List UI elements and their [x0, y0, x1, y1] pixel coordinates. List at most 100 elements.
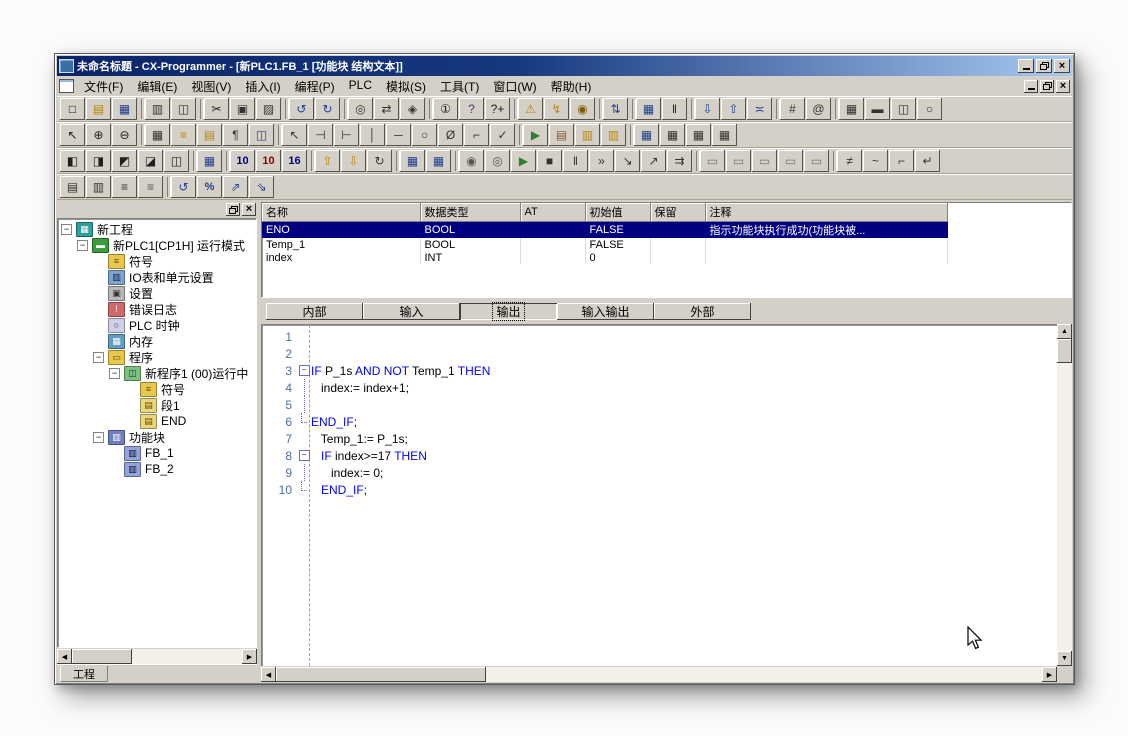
variable-cell[interactable] — [705, 251, 947, 264]
zoom-out-button[interactable]: ⊖ — [112, 124, 137, 146]
variable-cell[interactable] — [947, 238, 1071, 251]
undo-button[interactable]: ↺ — [289, 98, 314, 120]
variable-cell[interactable]: Temp_1 — [262, 238, 420, 251]
menu-item-9[interactable]: 帮助(H) — [544, 76, 599, 97]
workspace-horizontal-scrollbar[interactable]: ◀ ▶ — [57, 649, 257, 664]
close-button[interactable]: × — [1054, 59, 1070, 73]
find-next-button[interactable]: ◈ — [400, 98, 425, 120]
variable-cell[interactable]: 指示功能块执行成功(功能块被... — [705, 222, 947, 239]
block-program-4-button[interactable]: ▦ — [712, 124, 737, 146]
expander-icon[interactable]: − — [93, 432, 104, 443]
menu-item-3[interactable]: 插入(I) — [238, 76, 287, 97]
child-window-icon[interactable] — [59, 79, 74, 93]
scroll-left-button[interactable]: ◀ — [261, 667, 276, 682]
scrollbar-thumb[interactable] — [276, 667, 486, 682]
instruction-check-button[interactable]: ✓ — [490, 124, 515, 146]
code-line-9[interactable]: 9 index:= 0; — [262, 464, 1057, 481]
window-view-4-button[interactable]: ◪ — [138, 150, 163, 172]
scale-tool-button[interactable]: % — [197, 176, 222, 198]
tree-item-symbols[interactable]: ≡符号 — [58, 253, 256, 269]
zoom-in-button[interactable]: ⊕ — [86, 124, 111, 146]
pause-monitoring-button[interactable]: ‖ — [662, 98, 687, 120]
io-break-2-button[interactable]: ▭ — [726, 150, 751, 172]
pane-split-2-button[interactable]: ▥ — [86, 176, 111, 198]
print-button[interactable]: ▥ — [145, 98, 170, 120]
list-view-button[interactable]: ≡ — [112, 176, 137, 198]
menu-item-2[interactable]: 视图(V) — [184, 76, 238, 97]
replace-button[interactable]: ⇄ — [374, 98, 399, 120]
return-to-caller-button[interactable]: ↵ — [915, 150, 940, 172]
variable-cell[interactable]: INT — [420, 251, 520, 264]
variable-cell[interactable] — [947, 222, 1071, 239]
tree-item-error-log[interactable]: !错误日志 — [58, 301, 256, 317]
help-button[interactable]: ? — [459, 98, 484, 120]
memory-view-button[interactable]: ▥ — [601, 124, 626, 146]
scroll-down-button[interactable]: ▼ — [1057, 651, 1072, 666]
tree-item-program-symbols[interactable]: ≡符号 — [58, 381, 256, 397]
variable-cell[interactable] — [947, 251, 1071, 264]
differential-monitor-button[interactable]: ≠ — [837, 150, 862, 172]
edit-mode-button[interactable]: ▶ — [523, 124, 548, 146]
column-header-6[interactable] — [947, 203, 1071, 222]
code-line-4[interactable]: 4 index:= index+1; — [262, 379, 1057, 396]
variable-cell[interactable]: FALSE — [585, 222, 650, 239]
io-break-1-button[interactable]: ▭ — [700, 150, 725, 172]
menu-item-6[interactable]: 模拟(S) — [379, 76, 433, 97]
selection-pointer-button[interactable]: ↖ — [60, 124, 85, 146]
print-preview-button[interactable]: ◫ — [171, 98, 196, 120]
menu-item-5[interactable]: PLC — [342, 76, 379, 97]
variable-row-2[interactable]: indexINT0 — [262, 251, 1071, 264]
context-help-button[interactable]: ?+ — [485, 98, 510, 120]
upload-from-plc-button[interactable]: ⇧ — [721, 98, 746, 120]
skew-down-tool-button[interactable]: ⇘ — [249, 176, 274, 198]
upload-fb-button[interactable]: ⇧ — [315, 150, 340, 172]
step-out-button[interactable]: ↗ — [641, 150, 666, 172]
window-view-2-button[interactable]: ◨ — [86, 150, 111, 172]
editor-vertical-scrollbar[interactable]: ▲ ▼ — [1057, 324, 1072, 666]
tree-item-fb1[interactable]: ▥FB_1 — [58, 445, 256, 461]
menu-item-1[interactable]: 编辑(E) — [130, 76, 184, 97]
window-view-1-button[interactable]: ◧ — [60, 150, 85, 172]
variable-cell[interactable]: index — [262, 251, 420, 264]
workspace-header[interactable]: × — [57, 202, 257, 218]
download-fb-button[interactable]: ⇩ — [341, 150, 366, 172]
mdi-close-button[interactable]: × — [1056, 80, 1070, 93]
menu-item-8[interactable]: 窗口(W) — [486, 76, 543, 97]
clock-button[interactable]: ○ — [917, 98, 942, 120]
code-line-3[interactable]: 3−IF P_1s AND NOT Temp_1 THEN — [262, 362, 1057, 379]
expander-icon[interactable]: − — [93, 352, 104, 363]
variable-cell[interactable] — [650, 238, 705, 251]
variable-cell[interactable]: BOOL — [420, 222, 520, 239]
font-size-16-button[interactable]: 16 — [282, 150, 307, 172]
column-header-1[interactable]: 数据类型 — [420, 203, 520, 222]
tab-internals[interactable]: 内部 — [266, 303, 363, 320]
tree-item-new-program1[interactable]: −◫新程序1 (00)运行中 — [58, 365, 256, 381]
column-header-0[interactable]: 名称 — [262, 203, 420, 222]
code-line-5[interactable]: 5 — [262, 396, 1057, 413]
monitor-in-rung-button[interactable]: ◫ — [249, 124, 274, 146]
new-coil-button[interactable]: ○ — [412, 124, 437, 146]
download-to-plc-button[interactable]: ⇩ — [695, 98, 720, 120]
menu-item-7[interactable]: 工具(T) — [433, 76, 486, 97]
mdi-minimize-button[interactable] — [1024, 80, 1038, 93]
output-window-button[interactable]: ▬ — [865, 98, 890, 120]
monitor-window-1-button[interactable]: ▦ — [400, 150, 425, 172]
tree-item-section1[interactable]: ▤段1 — [58, 397, 256, 413]
time-chart-monitor-button[interactable]: ⌐ — [889, 150, 914, 172]
tree-item-memory[interactable]: ▦内存 — [58, 333, 256, 349]
redo-button[interactable]: ↻ — [315, 98, 340, 120]
variable-cell[interactable] — [705, 238, 947, 251]
new-horizontal-line-button[interactable]: ─ — [386, 124, 411, 146]
workspace-close-button[interactable]: × — [242, 203, 256, 216]
run-simulation-button[interactable]: ▶ — [511, 150, 536, 172]
block-program-1-button[interactable]: ▦ — [634, 124, 659, 146]
font-size-10-alt-button[interactable]: 10 — [256, 150, 281, 172]
variable-cell[interactable] — [520, 222, 585, 239]
menu-item-0[interactable]: 文件(F) — [77, 76, 130, 97]
tree-item-new-plc1[interactable]: −▬新PLC1[CP1H] 运行模式 — [58, 237, 256, 253]
code-line-8[interactable]: 8− IF index>=17 THEN — [262, 447, 1057, 464]
tree-item-function-blocks[interactable]: −▥功能块 — [58, 429, 256, 445]
select-mode-button[interactable]: ↖ — [282, 124, 307, 146]
variable-cell[interactable]: BOOL — [420, 238, 520, 251]
reference-manual-button[interactable]: ▤ — [549, 124, 574, 146]
